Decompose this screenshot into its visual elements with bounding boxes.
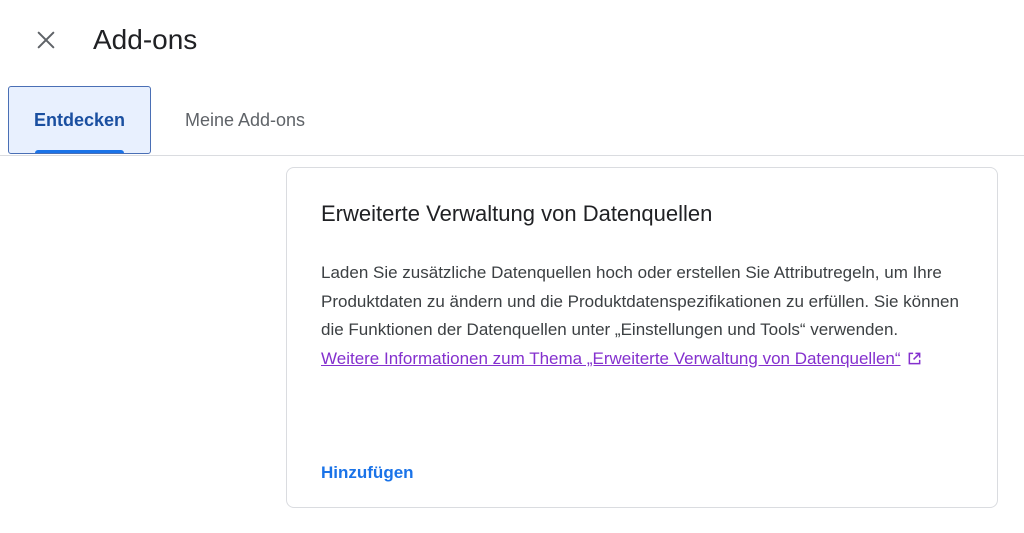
tab-bar: Entdecken Meine Add-ons bbox=[0, 86, 1024, 156]
close-icon bbox=[37, 31, 55, 49]
page-title: Add-ons bbox=[93, 24, 198, 55]
addon-card: Erweiterte Verwaltung von Datenquellen L… bbox=[286, 167, 998, 508]
description-text: Laden Sie zusätzliche Datenquellen hoch … bbox=[321, 263, 959, 339]
page-header: Add-ons bbox=[0, 0, 1024, 80]
learn-more-link[interactable]: Weitere Informationen zum Thema „Erweite… bbox=[321, 349, 901, 368]
tab-discover[interactable]: Entdecken bbox=[8, 86, 151, 154]
add-button[interactable]: Hinzufügen bbox=[321, 461, 414, 485]
open-in-new-icon[interactable] bbox=[907, 351, 922, 366]
addon-description: Laden Sie zusätzliche Datenquellen hoch … bbox=[321, 259, 961, 373]
tab-my-addons[interactable]: Meine Add-ons bbox=[160, 86, 330, 154]
learn-more-link-text: Weitere Informationen zum Thema „Erweite… bbox=[321, 348, 901, 368]
close-button[interactable] bbox=[30, 24, 62, 56]
tab-label: Entdecken bbox=[33, 109, 126, 130]
active-tab-indicator bbox=[35, 150, 124, 153]
addon-title: Erweiterte Verwaltung von Datenquellen bbox=[321, 201, 713, 226]
tab-label: Meine Add-ons bbox=[184, 109, 306, 130]
